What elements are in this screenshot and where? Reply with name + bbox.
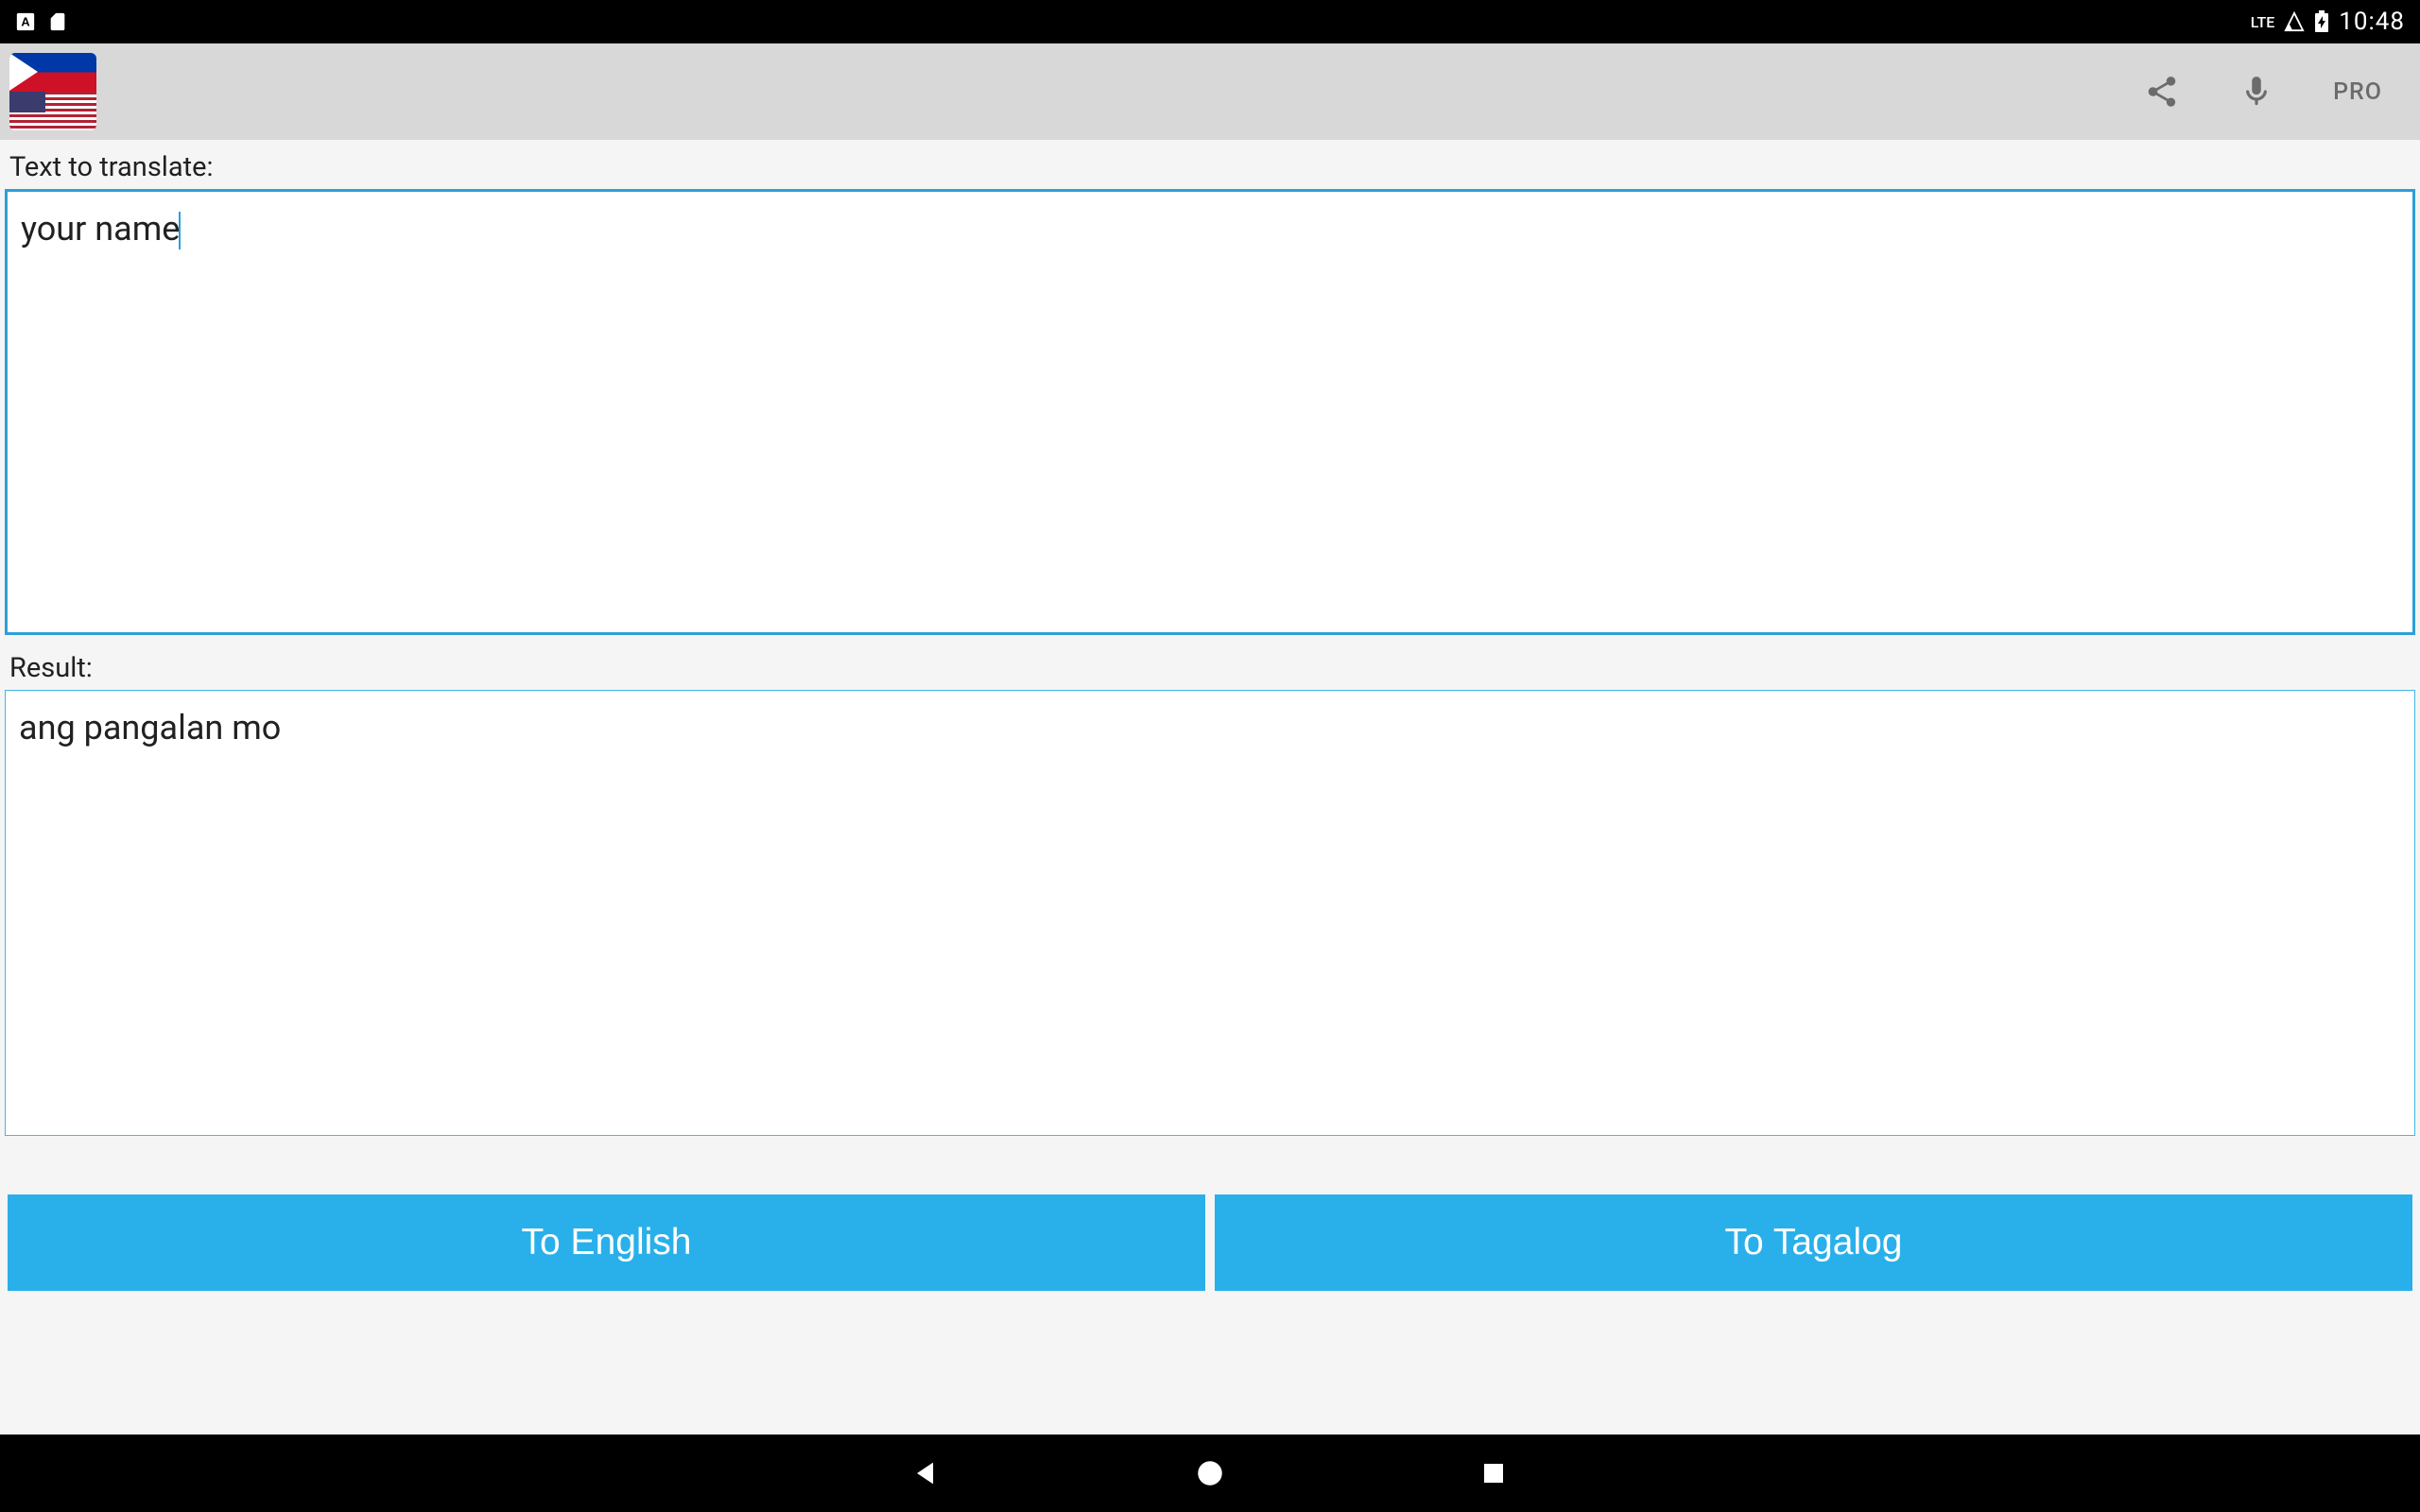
nav-back-button[interactable] [903,1450,950,1497]
nav-home-button[interactable] [1186,1450,1234,1497]
app-bar: PRO [0,43,2420,140]
svg-text:A: A [21,15,29,29]
nav-recent-button[interactable] [1470,1450,1517,1497]
status-time: 10:48 [2339,8,2405,36]
input-label: Text to translate: [0,147,2420,189]
pro-button[interactable]: PRO [2318,78,2397,106]
usa-flag-icon [9,92,96,130]
share-button[interactable] [2129,59,2195,125]
back-triangle-icon [910,1457,942,1489]
mic-button[interactable] [2223,59,2290,125]
app-flags-icon [9,53,96,130]
to-tagalog-button[interactable]: To Tagalog [1215,1194,2412,1291]
navigation-bar [0,1435,2420,1512]
input-value: your name [21,209,180,249]
result-value: ang pangalan mo [19,708,281,747]
status-right: LTE 10:48 [2251,8,2405,36]
source-text-input[interactable]: your name [5,189,2415,635]
content-area: Text to translate: your name Result: ang… [0,140,2420,1435]
battery-charging-icon [2314,10,2329,33]
recent-square-icon [1479,1459,1508,1487]
to-english-button[interactable]: To English [8,1194,1205,1291]
text-cursor [179,212,181,249]
keyboard-icon: A [15,11,36,32]
sd-card-icon [47,11,68,32]
status-left: A [15,11,68,32]
status-bar: A LTE 10:48 [0,0,2420,43]
signal-icon [2284,11,2305,32]
home-circle-icon [1194,1457,1226,1489]
button-row: To English To Tagalog [0,1136,2420,1314]
philippines-flag-icon [9,53,96,92]
result-label: Result: [0,648,2420,690]
share-icon [2144,74,2180,110]
result-output[interactable]: ang pangalan mo [5,690,2415,1136]
mic-icon [2238,74,2274,110]
lte-label: LTE [2251,13,2274,31]
